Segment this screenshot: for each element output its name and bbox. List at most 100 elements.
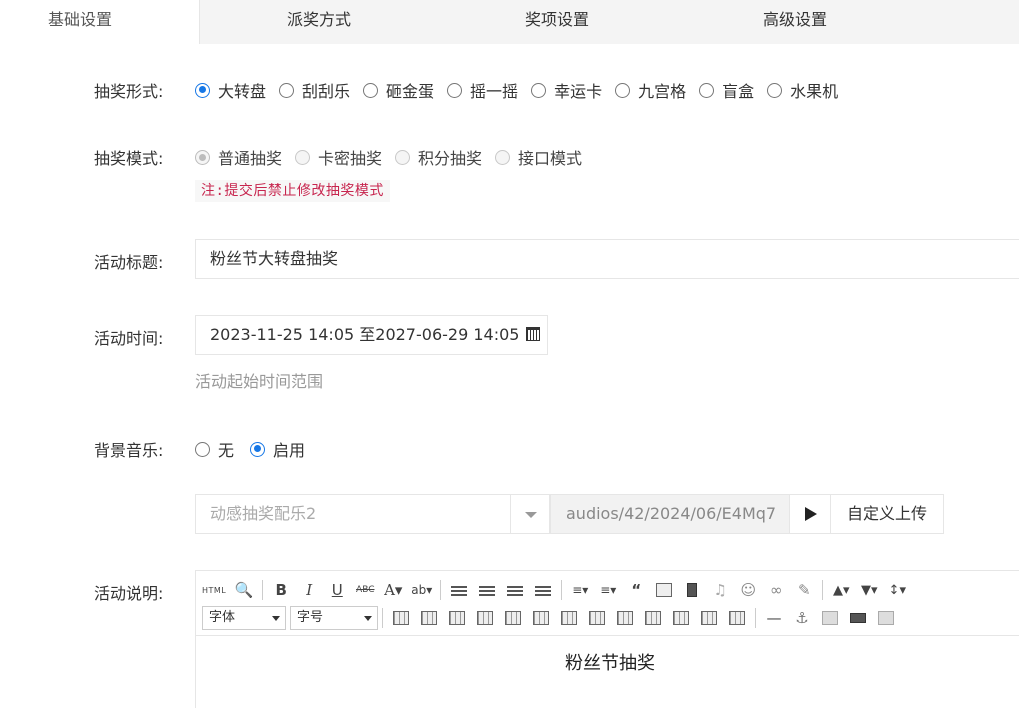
font-family-select[interactable]: 字体	[202, 606, 286, 630]
radio-button[interactable]	[250, 441, 266, 457]
editor-toolbar-row: 字体 字号 — ⚓	[202, 605, 904, 631]
activity-time-input[interactable]: 2023-11-25 14:05 至2027-06-29 14:05	[195, 315, 548, 355]
split-icon[interactable]	[559, 607, 579, 629]
emoticon-icon[interactable]: ☺	[738, 579, 758, 601]
align-left-icon[interactable]	[449, 579, 469, 601]
radio-button[interactable]	[615, 82, 631, 98]
toolbar-divider	[822, 580, 824, 600]
html-source-icon[interactable]: HTML	[202, 579, 226, 601]
radio-button[interactable]	[447, 82, 463, 98]
radio-button[interactable]	[531, 82, 547, 98]
italic-icon[interactable]: I	[299, 579, 319, 601]
align-right-icon[interactable]	[505, 579, 525, 601]
tab-prize-settings[interactable]: 奖项设置	[438, 0, 676, 44]
radio-button[interactable]	[767, 82, 783, 98]
calendar-icon[interactable]	[525, 327, 540, 341]
preview-icon[interactable]: 🔍	[234, 579, 254, 601]
unordered-list-icon[interactable]: ≡▾	[598, 579, 618, 601]
chevron-down-icon[interactable]	[510, 495, 550, 533]
lottery-mode-label: 抽奖模式:	[94, 149, 164, 168]
insert-caption-icon[interactable]	[447, 607, 467, 629]
toolbar-divider	[382, 608, 383, 628]
toolbar-divider	[440, 580, 442, 600]
tab-basic-settings[interactable]: 基础设置	[0, 0, 200, 44]
radio-button[interactable]	[279, 82, 295, 98]
activity-time-hint: 活动起始时间范围	[195, 372, 324, 391]
lottery-mode-option: 卡密抽奖	[295, 145, 382, 169]
toolbar-divider	[755, 608, 756, 628]
rich-text-editor: HTML 🔍 B I U ABC A▾ ab▾ ≡▾ ≡▾ “ ♫ ☺ ∞ ✎	[195, 570, 1019, 708]
merge-cells-icon[interactable]	[587, 607, 607, 629]
description-label: 活动说明:	[94, 584, 164, 603]
merge-down-icon[interactable]	[643, 607, 663, 629]
lottery-mode-radio-group: 普通抽奖 卡密抽奖 积分抽奖 接口模式	[195, 145, 595, 169]
radio-button[interactable]	[699, 82, 715, 98]
link-icon[interactable]: ∞	[766, 579, 786, 601]
horizontal-rule-icon[interactable]: —	[764, 607, 784, 629]
video-icon[interactable]	[682, 579, 702, 601]
insert-col-icon[interactable]	[503, 607, 523, 629]
lottery-form-option[interactable]: 摇一摇	[447, 78, 518, 102]
radio-button[interactable]	[363, 82, 379, 98]
radio-button[interactable]	[195, 441, 210, 457]
tab-bar: 基础设置 派奖方式 奖项设置 高级设置	[0, 0, 1019, 44]
tab-advanced-settings[interactable]: 高级设置	[676, 0, 914, 44]
play-button[interactable]	[789, 494, 831, 534]
toolbar-divider	[262, 580, 264, 600]
insert-row-icon[interactable]	[475, 607, 495, 629]
insert-frame-icon[interactable]	[820, 607, 840, 629]
font-color-icon[interactable]: A▾	[383, 579, 403, 601]
lottery-form-option[interactable]: 砸金蛋	[363, 78, 434, 102]
merge-right-icon[interactable]	[615, 607, 635, 629]
lottery-form-option[interactable]: 刮刮乐	[279, 78, 350, 102]
split-cols-icon[interactable]	[727, 607, 747, 629]
activity-time-label: 活动时间:	[94, 329, 164, 348]
underline-icon[interactable]: U	[327, 579, 347, 601]
bg-music-option-on[interactable]: 启用	[250, 437, 305, 461]
delete-col-icon[interactable]	[531, 607, 551, 629]
music-select[interactable]: 动感抽奖配乐2	[195, 494, 550, 534]
align-center-icon[interactable]	[477, 579, 497, 601]
align-justify-icon[interactable]	[533, 579, 553, 601]
activity-title-label: 活动标题:	[94, 253, 164, 272]
editor-toolbar-row: HTML 🔍 B I U ABC A▾ ab▾ ≡▾ ≡▾ “ ♫ ☺ ∞ ✎	[202, 577, 915, 603]
insert-table-icon[interactable]	[391, 607, 411, 629]
editor-content[interactable]: 粉丝节抽奖	[196, 637, 1019, 675]
ordered-list-icon[interactable]: ≡▾	[570, 579, 590, 601]
lottery-mode-option: 积分抽奖	[395, 145, 482, 169]
bg-music-option-off[interactable]: 无	[195, 437, 234, 461]
lottery-form-option[interactable]: 大转盘	[195, 78, 266, 102]
split-rows-icon[interactable]	[699, 607, 719, 629]
font-size-select[interactable]: 字号	[290, 606, 378, 630]
music-icon[interactable]: ♫	[710, 579, 730, 601]
line-height-icon[interactable]: ↕▾	[887, 579, 907, 601]
lottery-mode-note: 注:提交后禁止修改抽奖模式	[195, 180, 390, 202]
print-icon[interactable]	[848, 607, 868, 629]
radio-button	[395, 149, 411, 165]
tab-prize-distribution[interactable]: 派奖方式	[200, 0, 438, 44]
highlight-icon[interactable]: ab▾	[411, 579, 432, 601]
strikethrough-icon[interactable]: ABC	[355, 579, 375, 601]
toolbar-divider	[561, 580, 563, 600]
row-spacing-top-icon[interactable]: ▲▾	[831, 579, 851, 601]
lottery-form-option[interactable]: 幸运卡	[531, 78, 602, 102]
row-spacing-bottom-icon[interactable]: ▼▾	[859, 579, 879, 601]
activity-time-value: 2023-11-25 14:05 至2027-06-29 14:05	[210, 325, 520, 344]
split-cells-icon[interactable]	[671, 607, 691, 629]
table-properties-icon[interactable]	[419, 607, 439, 629]
eraser-icon[interactable]: ✎	[794, 579, 814, 601]
anchor-icon[interactable]: ⚓	[792, 607, 812, 629]
paste-icon[interactable]	[876, 607, 896, 629]
bg-music-label: 背景音乐:	[94, 441, 164, 460]
blockquote-icon[interactable]: “	[626, 579, 646, 601]
image-icon[interactable]	[654, 579, 674, 601]
bold-icon[interactable]: B	[271, 579, 291, 601]
custom-upload-button[interactable]: 自定义上传	[830, 494, 944, 534]
editor-toolbar: HTML 🔍 B I U ABC A▾ ab▾ ≡▾ ≡▾ “ ♫ ☺ ∞ ✎	[196, 571, 1019, 636]
lottery-form-option[interactable]: 水果机	[767, 78, 838, 102]
lottery-form-option[interactable]: 盲盒	[699, 78, 754, 102]
lottery-form-option[interactable]: 九宫格	[615, 78, 686, 102]
lottery-mode-option: 普通抽奖	[195, 145, 282, 169]
activity-title-input[interactable]: 粉丝节大转盘抽奖	[195, 239, 1019, 279]
radio-button[interactable]	[195, 82, 210, 98]
